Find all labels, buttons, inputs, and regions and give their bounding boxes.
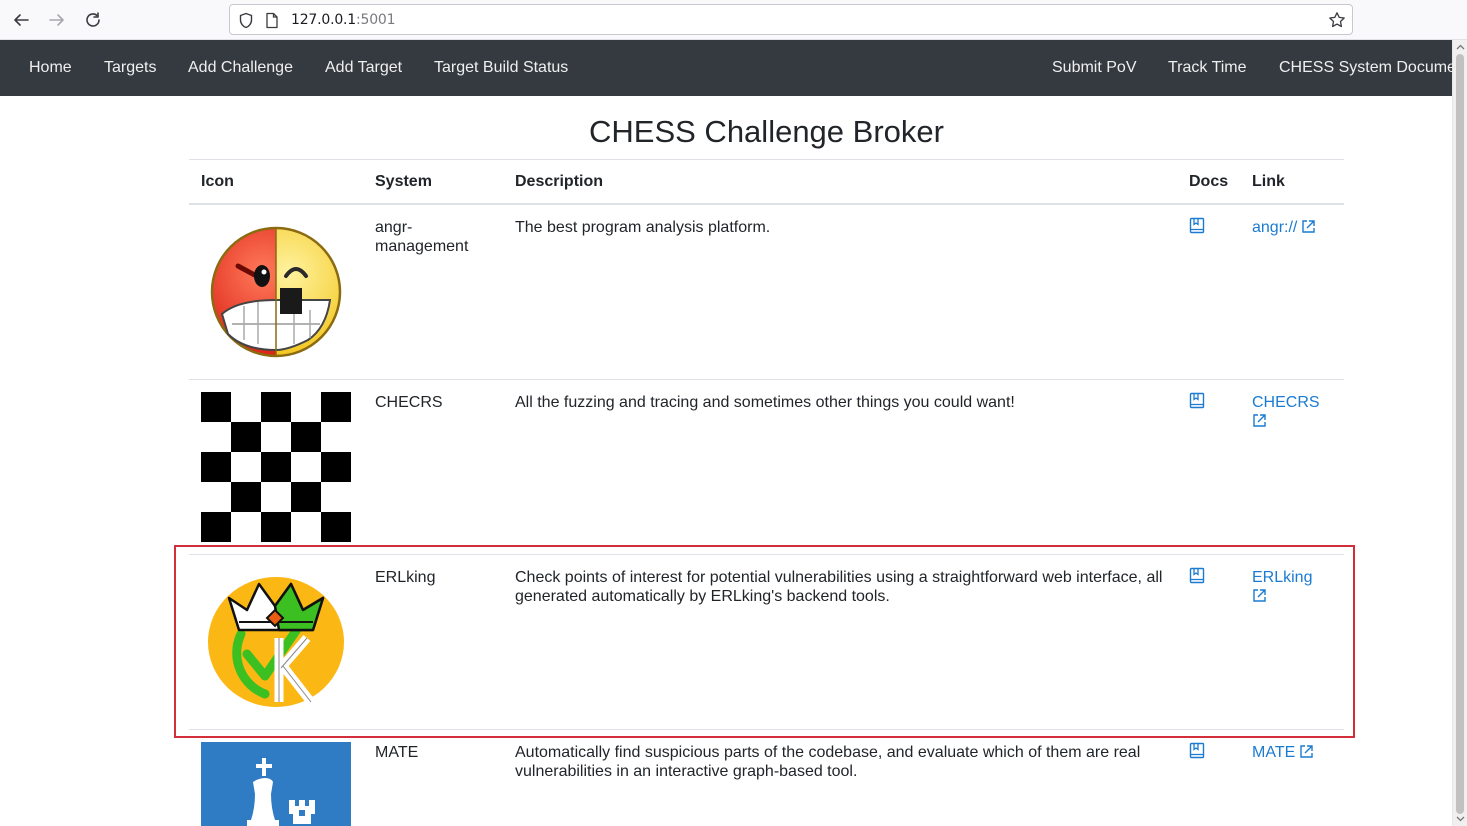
star-icon[interactable] bbox=[1328, 11, 1346, 34]
nav-targets[interactable]: Targets bbox=[104, 59, 156, 77]
nav-chess-system-documentation[interactable]: CHESS System Documentation bbox=[1279, 59, 1452, 77]
nav-home[interactable]: Home bbox=[29, 59, 72, 77]
column-header-link: Link bbox=[1252, 173, 1285, 190]
link-text[interactable]: CHECRS bbox=[1252, 394, 1320, 411]
nav-add-target[interactable]: Add Target bbox=[325, 59, 402, 77]
system-link[interactable]: MATE bbox=[1252, 743, 1337, 762]
nav-submit-pov[interactable]: Submit PoV bbox=[1052, 59, 1136, 77]
checkerboard-icon bbox=[201, 392, 351, 542]
page-icon bbox=[265, 12, 279, 34]
table-header-border bbox=[189, 203, 1344, 205]
shield-icon[interactable] bbox=[238, 12, 254, 34]
column-header-description: Description bbox=[515, 173, 604, 190]
docs-book-icon[interactable] bbox=[1189, 217, 1205, 234]
url-text: 127.0.0.1:5001 bbox=[291, 12, 396, 28]
back-arrow-icon[interactable] bbox=[10, 9, 32, 31]
reload-icon[interactable] bbox=[82, 9, 104, 31]
nav-target-build-status[interactable]: Target Build Status bbox=[434, 59, 568, 77]
external-link-icon[interactable] bbox=[1252, 413, 1267, 428]
system-link[interactable]: angr:// bbox=[1252, 218, 1337, 237]
angr-face-icon bbox=[210, 226, 342, 358]
row-highlight-box bbox=[174, 545, 1355, 738]
url-port: :5001 bbox=[356, 12, 396, 28]
forward-arrow-icon[interactable] bbox=[46, 9, 68, 31]
url-host: 127.0.0.1 bbox=[291, 12, 356, 28]
external-link-icon[interactable] bbox=[1301, 219, 1316, 234]
system-name: MATE bbox=[375, 744, 419, 761]
docs-book-icon[interactable] bbox=[1189, 392, 1205, 409]
column-header-system: System bbox=[375, 173, 432, 190]
row-divider bbox=[189, 379, 1344, 380]
external-link-icon[interactable] bbox=[1299, 744, 1314, 759]
system-name: angr-management bbox=[375, 219, 469, 255]
scroll-up-arrow-icon[interactable] bbox=[1456, 43, 1465, 52]
column-header-docs: Docs bbox=[1189, 173, 1229, 190]
page-scrollbar[interactable] bbox=[1452, 40, 1467, 826]
system-name: CHECRS bbox=[375, 394, 443, 411]
docs-book-icon[interactable] bbox=[1189, 742, 1205, 759]
browser-toolbar: 127.0.0.1:5001 bbox=[0, 0, 1467, 40]
main-navbar: Home Targets Add Challenge Add Target Ta… bbox=[0, 40, 1452, 96]
nav-track-time[interactable]: Track Time bbox=[1168, 59, 1247, 77]
nav-add-challenge[interactable]: Add Challenge bbox=[188, 59, 293, 77]
column-header-icon: Icon bbox=[201, 173, 234, 190]
system-link[interactable]: CHECRS bbox=[1252, 393, 1324, 431]
table-top-border bbox=[189, 159, 1344, 160]
mate-chess-icon bbox=[201, 742, 351, 826]
link-text[interactable]: MATE bbox=[1252, 744, 1295, 761]
system-description: The best program analysis platform. bbox=[515, 219, 771, 236]
scroll-down-arrow-icon[interactable] bbox=[1456, 814, 1465, 823]
system-description: All the fuzzing and tracing and sometime… bbox=[515, 394, 1015, 411]
address-bar[interactable]: 127.0.0.1:5001 bbox=[229, 4, 1353, 35]
system-description: Automatically find suspicious parts of t… bbox=[515, 744, 1141, 780]
page-title: CHESS Challenge Broker bbox=[589, 114, 944, 149]
link-text[interactable]: angr:// bbox=[1252, 219, 1297, 236]
scroll-thumb[interactable] bbox=[1456, 54, 1464, 814]
